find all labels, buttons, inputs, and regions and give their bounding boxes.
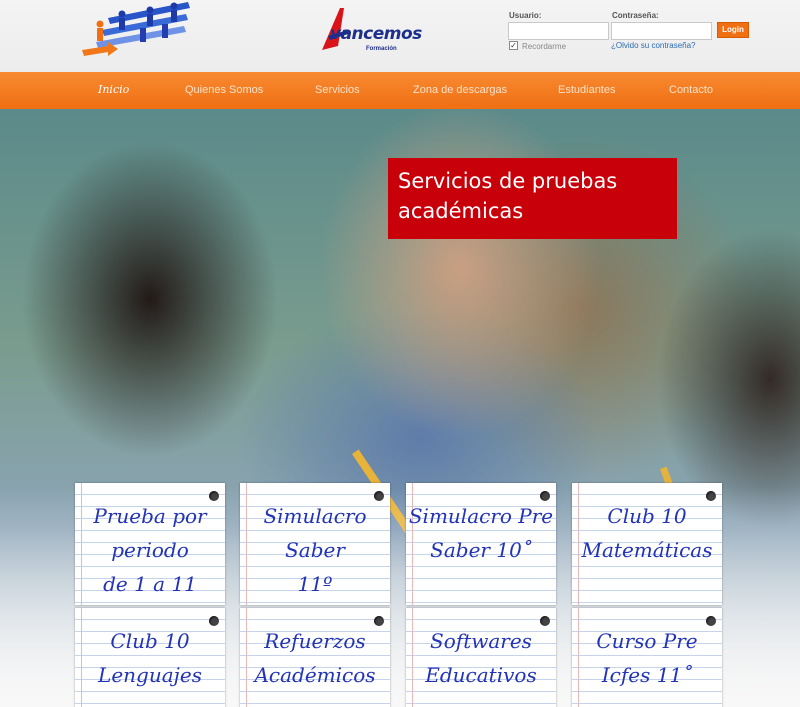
hero-banner-line: Servicios de pruebas <box>398 169 618 193</box>
service-card-line: 11º <box>297 572 333 596</box>
password-label: Contraseña: <box>612 11 659 20</box>
service-card-club-matematicas[interactable]: Club 10 Matemáticas <box>572 483 722 605</box>
service-card-label: Club 10 Matemáticas <box>572 483 722 567</box>
service-card-line: Lenguajes <box>98 663 202 687</box>
service-card-label: Simulacro Saber 11º <box>240 483 390 601</box>
service-card-line: de 1 a 11 <box>103 572 197 596</box>
hero-banner-line: académicas <box>398 199 524 223</box>
service-card-line: Softwares <box>430 629 532 653</box>
service-card-softwares[interactable]: Softwares Educativos <box>406 608 556 707</box>
service-card-label: Prueba por periodo de 1 a 11 <box>75 483 225 601</box>
service-card-line: Simulacro Pre <box>408 504 554 528</box>
nav-item-contacto[interactable]: Contacto <box>669 84 713 96</box>
nav-item-servicios[interactable]: Servicios <box>315 84 360 96</box>
service-card-label: Softwares Educativos <box>406 608 556 692</box>
service-card-line: Matemáticas <box>581 538 713 562</box>
hero-banner: Servicios de pruebas académicas <box>388 158 677 239</box>
remember-checkbox[interactable]: ✓ <box>509 41 518 50</box>
nav-item-estudiantes[interactable]: Estudiantes <box>558 84 615 96</box>
service-card-label: Curso Pre Icfes 11˚ <box>572 608 722 692</box>
site-header: vancemos Formación Usuario: Contraseña: … <box>0 0 800 72</box>
runners-logo-icon <box>82 2 190 56</box>
service-card-club-lenguajes[interactable]: Club 10 Lenguajes <box>75 608 225 707</box>
nav-item-inicio[interactable]: Inicio <box>98 83 129 96</box>
logo-text: vancemos <box>330 24 422 44</box>
service-card-line: Prueba por <box>93 504 207 528</box>
logo-subtitle: Formación <box>366 46 397 52</box>
service-card-line: Club 10 <box>110 629 190 653</box>
service-card-line: Educativos <box>425 663 537 687</box>
service-card-line: Icfes 11˚ <box>601 663 693 687</box>
nav-item-quienes-somos[interactable]: Quienes Somos <box>185 84 263 96</box>
service-card-label: Club 10 Lenguajes <box>75 608 225 692</box>
service-card-simulacro-pre-saber[interactable]: Simulacro Pre Saber 10˚ <box>406 483 556 605</box>
service-card-line: Simulacro Saber <box>263 504 367 562</box>
service-card-label: Simulacro Pre Saber 10˚ <box>406 483 556 567</box>
avancemos-logo[interactable]: vancemos Formación <box>318 6 433 58</box>
service-card-line: Saber 10˚ <box>430 538 532 562</box>
service-card-simulacro-saber[interactable]: Simulacro Saber 11º <box>240 483 390 605</box>
main-nav: Inicio Quienes Somos Servicios Zona de d… <box>0 72 800 109</box>
service-card-label: Refuerzos Académicos <box>240 608 390 692</box>
login-button[interactable]: Login <box>717 22 749 38</box>
service-card-line: Refuerzos <box>264 629 366 653</box>
nav-item-zona-descargas[interactable]: Zona de descargas <box>413 84 507 96</box>
service-card-line: Curso Pre <box>596 629 698 653</box>
username-label: Usuario: <box>509 11 542 20</box>
remember-label: Recordarme <box>522 42 567 51</box>
password-input[interactable] <box>611 22 712 40</box>
service-card-line: Académicos <box>254 663 376 687</box>
service-card-curso-pre-icfes[interactable]: Curso Pre Icfes 11˚ <box>572 608 722 707</box>
service-card-line: Club 10 <box>607 504 687 528</box>
forgot-password-link[interactable]: ¿Olvido su contraseña? <box>611 41 696 50</box>
service-card-refuerzos[interactable]: Refuerzos Académicos <box>240 608 390 707</box>
username-input[interactable] <box>508 22 609 40</box>
service-card-line: periodo <box>111 538 189 562</box>
service-card-prueba-periodo[interactable]: Prueba por periodo de 1 a 11 <box>75 483 225 605</box>
